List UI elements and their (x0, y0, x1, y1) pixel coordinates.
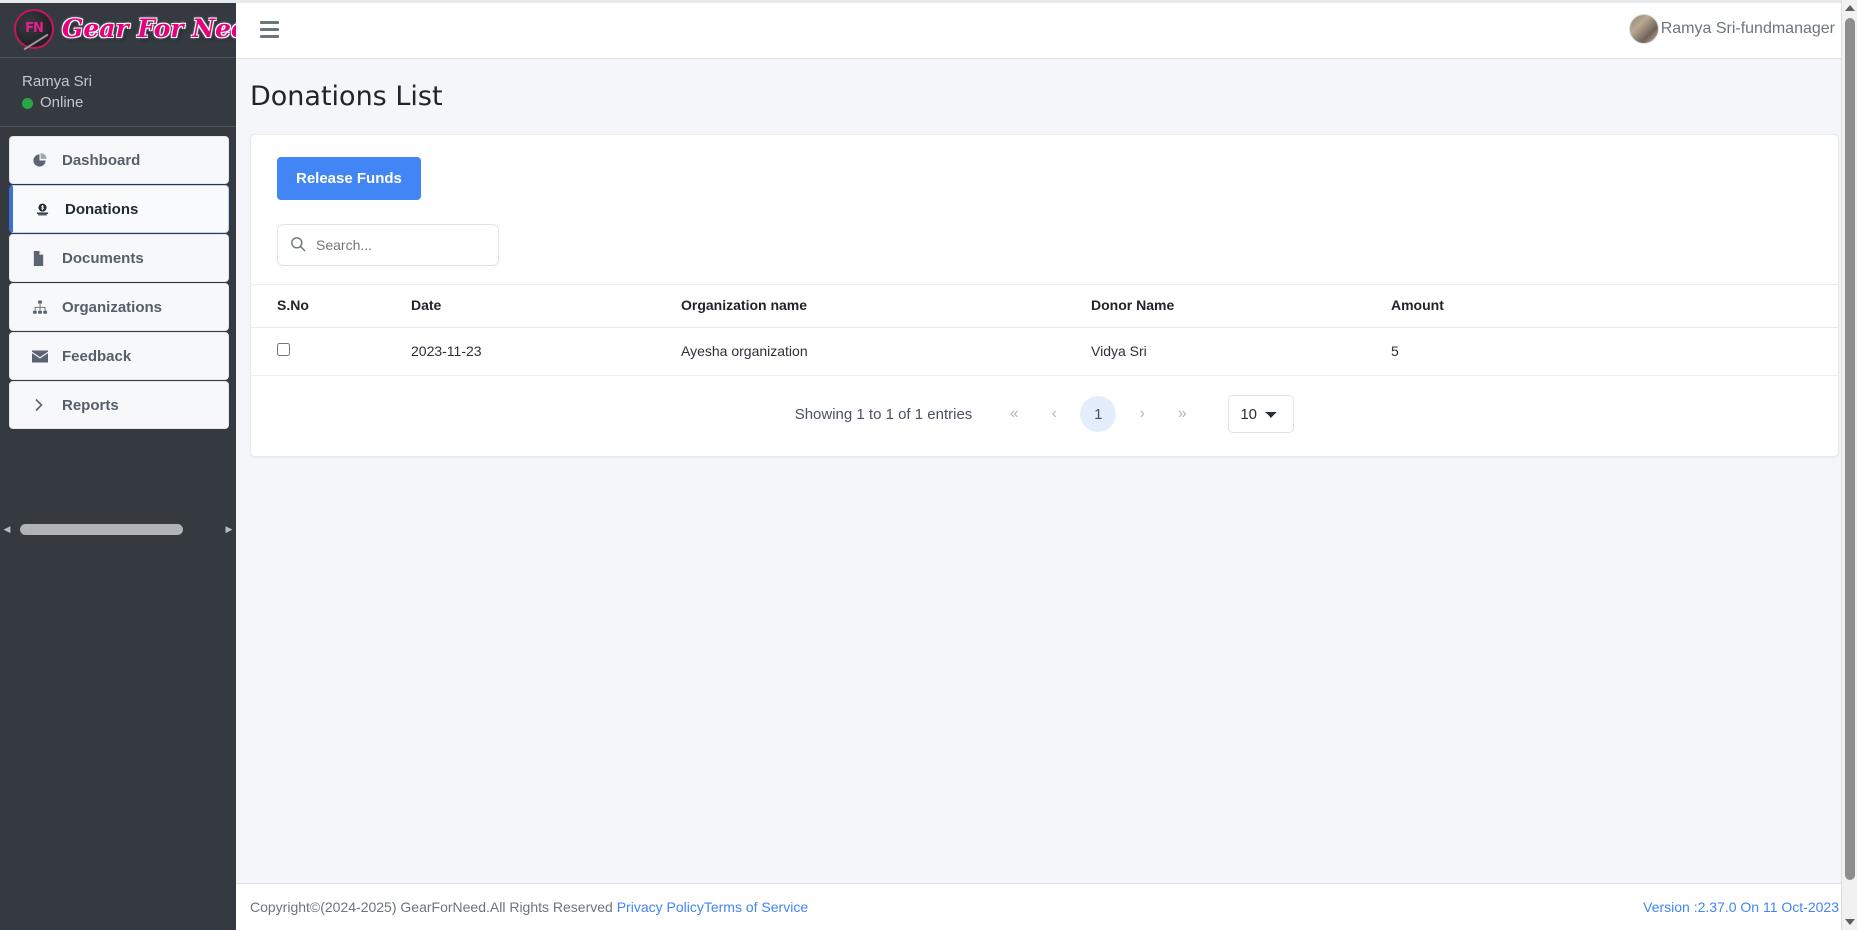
pagination-prev-button[interactable]: ‹ (1034, 394, 1074, 434)
page-title: Donations List (250, 81, 443, 112)
footer-copyright-text: Copyright©(2024-2025) GearForNeed.All Ri… (250, 899, 617, 915)
online-status-dot-icon (22, 97, 33, 109)
sidebar-item-label: Reports (62, 396, 119, 414)
app-root: FN Gear For Need Ramya Sri Online Dashbo… (0, 0, 1857, 930)
sidebar-item-label: Feedback (62, 347, 132, 365)
sidebar-scroll-track[interactable] (14, 523, 222, 535)
column-header-sno[interactable]: S.No (251, 284, 411, 328)
pagination-next-button[interactable]: › (1122, 394, 1162, 434)
search-row (251, 224, 1838, 266)
table-body: 2023-11-23 Ayesha organization Vidya Sri… (251, 327, 1838, 376)
chevron-right-icon (32, 398, 54, 412)
card-toolbar: Release Funds (251, 135, 1838, 224)
sidebar-item-label: Organizations (62, 298, 163, 316)
row-select-checkbox[interactable] (277, 343, 290, 356)
release-funds-button[interactable]: Release Funds (277, 157, 421, 200)
column-header-organization[interactable]: Organization name (681, 284, 1091, 328)
envelope-icon (32, 350, 54, 363)
topbar-user-label: Ramya Sri-fundmanager (1660, 20, 1835, 37)
brand-header[interactable]: FN Gear For Need (0, 0, 236, 58)
sidebar-item-label: Donations (65, 200, 139, 218)
donation-coin-icon (35, 202, 57, 217)
sidebar-scroll-thumb[interactable] (20, 523, 183, 535)
column-header-date[interactable]: Date (411, 284, 681, 328)
footer-version: Version :2.37.0 On 11 Oct-2023 (1643, 899, 1839, 915)
brand-logo-text: FN (25, 21, 44, 36)
sitemap-icon (32, 299, 54, 315)
table-head: S.No Date Organization name Donor Name A… (251, 284, 1838, 328)
cell-organization: Ayesha organization (681, 327, 1091, 376)
sidebar: FN Gear For Need Ramya Sri Online Dashbo… (0, 0, 236, 930)
hamburger-bar (260, 27, 279, 31)
pagination-first-button[interactable]: « (994, 394, 1034, 434)
search-input[interactable] (277, 224, 499, 266)
avatar (1628, 14, 1659, 44)
row-select-cell (251, 327, 411, 376)
sidebar-item-organizations[interactable]: Organizations (9, 283, 229, 331)
sidebar-item-label: Documents (62, 249, 144, 267)
footer: Copyright©(2024-2025) GearForNeed.All Ri… (236, 883, 1857, 930)
page-scroll-thumb[interactable] (1845, 18, 1855, 880)
sidebar-user-status-label: Online (40, 94, 84, 111)
sidebar-horizontal-scrollbar[interactable]: ◀ ▶ (0, 520, 236, 538)
column-header-amount[interactable]: Amount (1391, 284, 1838, 328)
scroll-down-arrow-icon[interactable] (1845, 919, 1855, 925)
sidebar-user-name: Ramya Sri (22, 73, 93, 90)
cell-amount: 5 (1391, 327, 1838, 376)
pagination-info: Showing 1 to 1 of 1 entries (794, 405, 973, 423)
footer-copyright: Copyright©(2024-2025) GearForNeed.All Ri… (250, 899, 808, 915)
pagination-page-1[interactable]: 1 (1080, 396, 1117, 432)
donations-table: S.No Date Organization name Donor Name A… (251, 284, 1838, 376)
table-header-row: S.No Date Organization name Donor Name A… (251, 284, 1838, 328)
scroll-right-arrow-icon[interactable]: ▶ (222, 524, 236, 534)
sidebar-item-dashboard[interactable]: Dashboard (9, 136, 229, 184)
pie-chart-icon (32, 152, 54, 168)
sidebar-item-documents[interactable]: Documents (9, 234, 229, 282)
document-icon (32, 250, 54, 266)
hamburger-icon[interactable] (258, 17, 281, 42)
main-content: Ramya Sri-fundmanager Donations List Rel… (236, 0, 1857, 930)
cell-date: 2023-11-23 (411, 327, 681, 376)
privacy-policy-link[interactable]: Privacy Policy (617, 899, 704, 915)
topbar-user-menu[interactable]: Ramya Sri-fundmanager (1628, 14, 1835, 44)
sidebar-item-feedback[interactable]: Feedback (9, 332, 229, 380)
sidebar-item-label: Dashboard (62, 151, 141, 169)
terms-of-service-link[interactable]: Terms of Service (704, 899, 808, 915)
pagination-last-button[interactable]: » (1162, 394, 1202, 434)
column-header-donor[interactable]: Donor Name (1091, 284, 1391, 328)
page-vertical-scrollbar[interactable] (1841, 0, 1857, 930)
hamburger-bar (260, 34, 279, 38)
sidebar-user-panel: Ramya Sri Online (0, 58, 236, 127)
sidebar-nav: Dashboard Donations Documents Organizati… (0, 127, 236, 429)
brand-name: Gear For Need (62, 14, 236, 43)
page-size-select[interactable]: 10 (1228, 395, 1295, 433)
topbar: Ramya Sri-fundmanager (236, 0, 1857, 59)
scroll-left-arrow-icon[interactable]: ◀ (0, 524, 14, 534)
sidebar-item-donations[interactable]: Donations (9, 185, 229, 233)
donations-card: Release Funds S.No Date Organization nam… (250, 134, 1839, 457)
sidebar-user-status: Online (22, 92, 220, 114)
table-row[interactable]: 2023-11-23 Ayesha organization Vidya Sri… (251, 327, 1838, 376)
cell-donor: Vidya Sri (1091, 327, 1391, 376)
window-top-strip (0, 0, 1841, 3)
hamburger-bar (260, 20, 279, 24)
sidebar-item-reports[interactable]: Reports (9, 381, 229, 429)
pagination: Showing 1 to 1 of 1 entries « ‹ 1 › » 10 (251, 376, 1838, 456)
search-field-wrapper (277, 224, 499, 266)
scroll-up-arrow-icon[interactable] (1845, 5, 1855, 11)
brand-logo-icon: FN (14, 8, 54, 49)
